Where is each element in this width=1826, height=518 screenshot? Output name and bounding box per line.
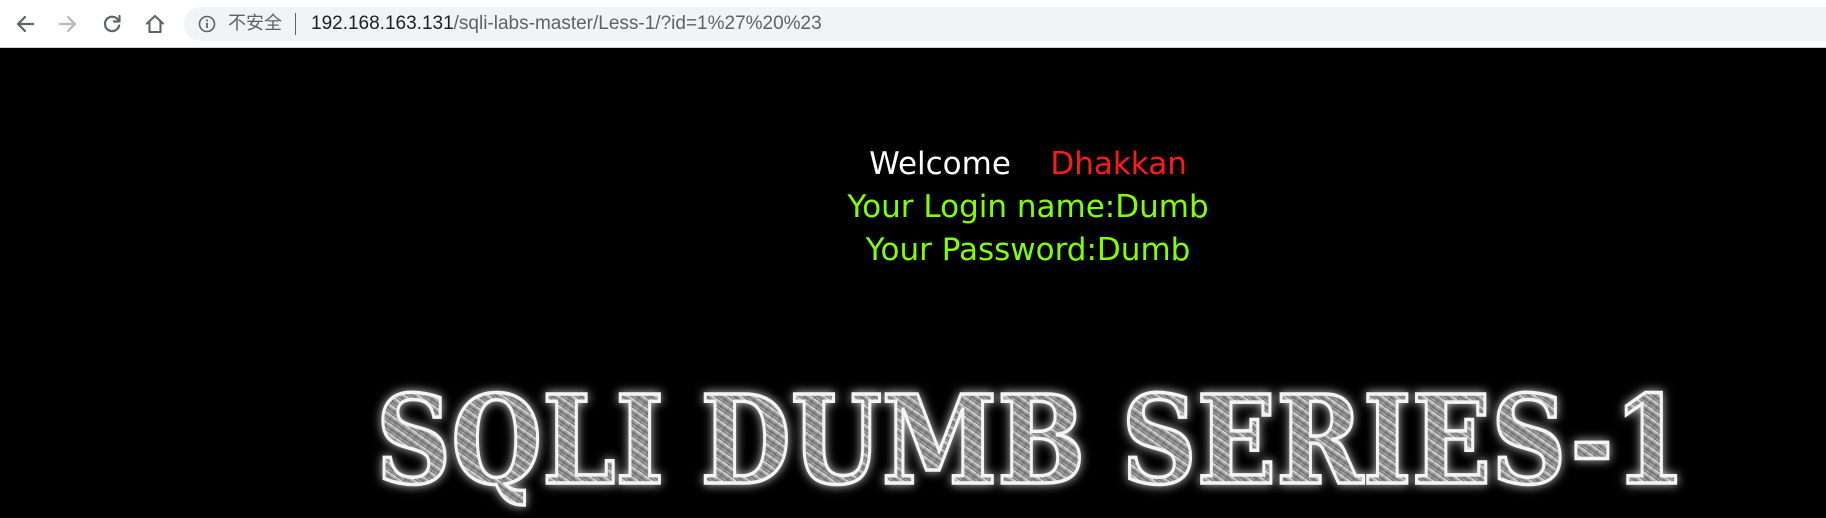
user-name: Dhakkan [1050,146,1187,182]
reload-button[interactable] [97,9,127,39]
welcome-line: Welcome Dhakkan [0,144,1826,184]
url-text[interactable]: 192.168.163.131/sqli-labs-master/Less-1/… [311,13,822,35]
home-button[interactable] [140,9,170,39]
info-icon[interactable] [198,15,216,33]
home-icon [145,14,165,34]
welcome-text: Welcome [869,146,1011,182]
sqli-dumb-series-banner: SQLI DUMB SERIES-1 [374,366,1688,514]
security-label[interactable]: 不安全 [228,13,282,35]
login-name-line: Your Login name:Dumb [847,189,1209,225]
url-path: /sqli-labs-master/Less-1/?id=1%27%20%23 [453,13,822,34]
page-content: Welcome Dhakkan Your Login name:Dumb You… [0,48,1826,514]
url-host: 192.168.163.131 [311,13,454,34]
arrow-left-icon [16,15,35,33]
address-separator [295,13,296,35]
address-bar[interactable]: 不安全 192.168.163.131/sqli-labs-master/Les… [184,7,1826,41]
password-line: Your Password:Dumb [865,232,1191,268]
browser-toolbar: 不安全 192.168.163.131/sqli-labs-master/Les… [0,0,1826,48]
forward-button[interactable] [53,9,83,39]
reload-icon [103,14,121,33]
arrow-right-icon [58,15,77,33]
back-button[interactable] [10,9,40,39]
banner-text: SQLI DUMB SERIES-1 [376,368,1686,512]
